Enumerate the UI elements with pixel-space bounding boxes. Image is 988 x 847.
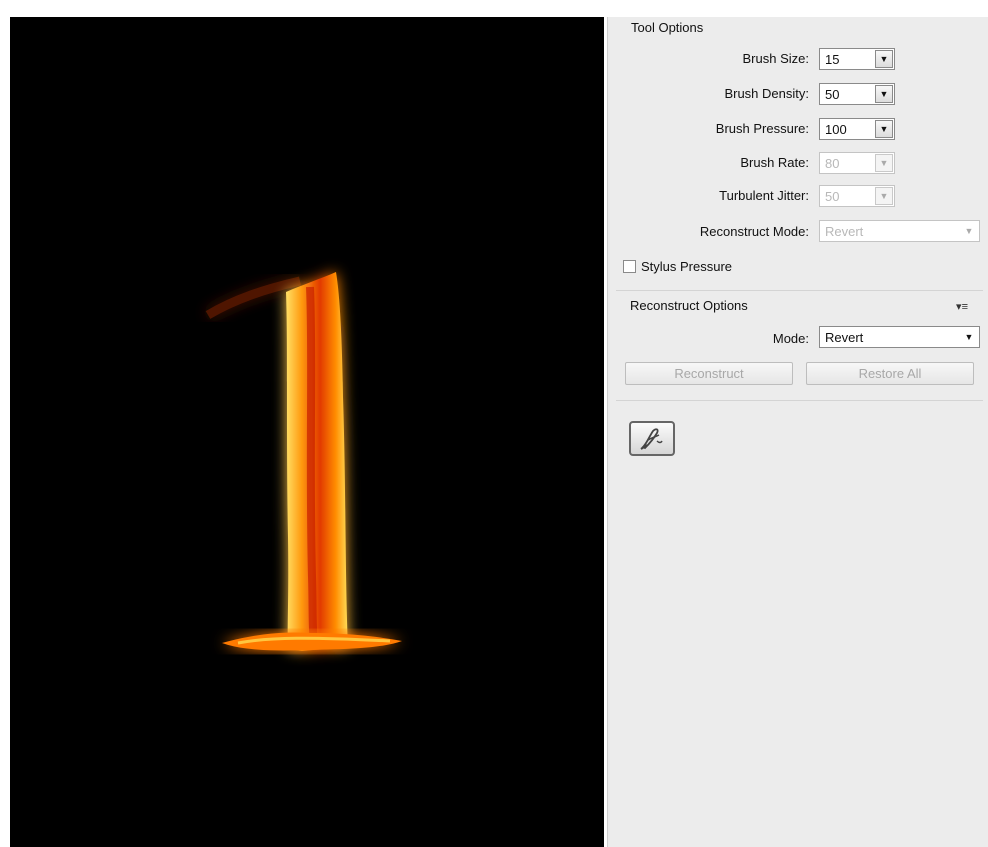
stylus-pressure-checkbox[interactable] [623, 260, 636, 273]
canvas-preview[interactable] [10, 17, 604, 847]
brush-rate-combo: 80 ▼ [819, 152, 895, 174]
brush-density-value[interactable]: 50 [820, 87, 875, 102]
brush-glyph-icon [640, 428, 663, 450]
tool-options-title: Tool Options [628, 20, 707, 35]
reconstruct-mode-select: Revert ▼ [819, 220, 980, 242]
liquify-brush-icon[interactable] [629, 421, 675, 456]
reconstruct-options-title: Reconstruct Options [627, 298, 751, 313]
brush-rate-dropdown-icon: ▼ [875, 154, 893, 172]
reconstruct-mode-label: Reconstruct Mode: [699, 224, 809, 239]
turbulent-jitter-value: 50 [825, 188, 840, 204]
section-divider [616, 290, 983, 291]
brush-size-dropdown-icon[interactable]: ▼ [875, 50, 893, 68]
brush-density-label: Brush Density: [724, 86, 809, 101]
brush-size-label: Brush Size: [742, 51, 809, 66]
reconstruct-mode-dropdown-icon: ▼ [964, 226, 974, 236]
brush-size-combo[interactable]: 15 ▼ [819, 48, 895, 70]
brush-pressure-value[interactable]: 100 [820, 122, 875, 137]
panel-menu-icon[interactable]: ▾≡ [956, 300, 968, 313]
mode-dropdown-icon[interactable]: ▼ [960, 328, 978, 346]
side-panel: Tool Options Brush Size: 15 ▼ Brush Dens… [607, 17, 988, 847]
brush-pressure-combo[interactable]: 100 ▼ [819, 118, 895, 140]
restore-all-button[interactable]: Restore All [806, 362, 974, 385]
mode-label: Mode: [772, 331, 809, 346]
brush-density-dropdown-icon[interactable]: ▼ [875, 85, 893, 103]
brush-rate-value: 80 [825, 155, 840, 171]
brush-rate-label: Brush Rate: [740, 155, 809, 170]
brush-density-combo[interactable]: 50 ▼ [819, 83, 895, 105]
turbulent-jitter-dropdown-icon: ▼ [875, 187, 893, 205]
mode-value[interactable]: Revert [820, 330, 960, 345]
section-divider-bottom [616, 400, 983, 401]
turbulent-jitter-label: Turbulent Jitter: [719, 188, 809, 203]
brush-pressure-label: Brush Pressure: [715, 121, 809, 136]
stylus-pressure-label[interactable]: Stylus Pressure [641, 259, 732, 274]
turbulent-jitter-combo: 50 ▼ [819, 185, 895, 207]
mode-select[interactable]: Revert ▼ [819, 326, 980, 348]
brush-size-value[interactable]: 15 [820, 52, 875, 67]
brush-pressure-dropdown-icon[interactable]: ▼ [875, 120, 893, 138]
reconstruct-mode-value: Revert [825, 223, 864, 239]
flaming-number-one [205, 272, 402, 651]
reconstruct-button[interactable]: Reconstruct [625, 362, 793, 385]
